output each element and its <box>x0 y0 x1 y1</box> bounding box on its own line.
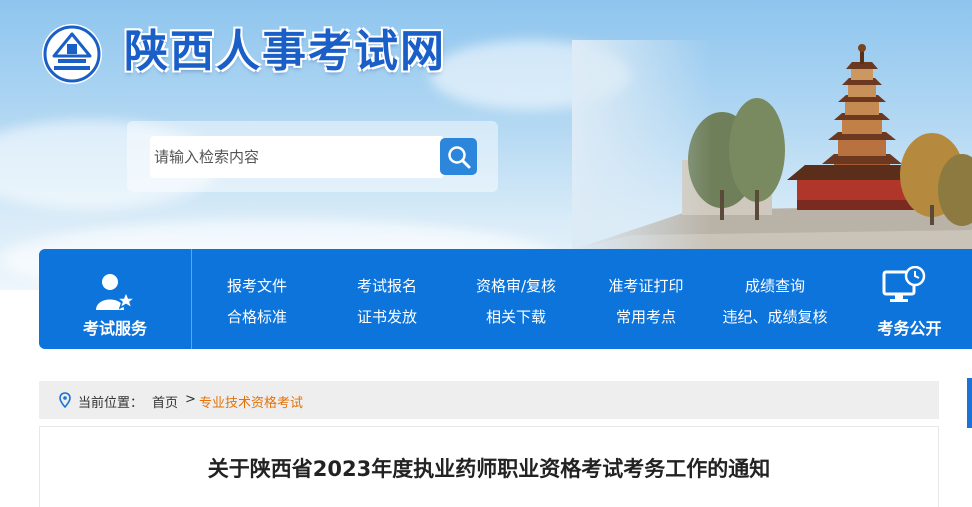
breadcrumb-prefix: 当前位置： <box>78 396 144 411</box>
article-title: 关于陕西省2023年度执业药师职业资格考试考务工作的通知 <box>207 457 771 481</box>
breadcrumb-current-link[interactable]: 专业技术资格考试 <box>199 392 303 411</box>
side-scroll-tab[interactable] <box>967 378 972 428</box>
search-button[interactable] <box>440 138 477 175</box>
pagoda-logo-icon <box>42 24 102 84</box>
nav-link-pass-standard[interactable]: 合格标准 <box>227 306 287 327</box>
nav-link-violation-review[interactable]: 违纪、成绩复核 <box>722 306 827 327</box>
breadcrumb-home-link[interactable]: 首页 <box>152 392 178 411</box>
exam-affairs-menu[interactable]: 考务公开 <box>847 249 972 349</box>
nav-link-certificate-issue[interactable]: 证书发放 <box>357 306 417 327</box>
breadcrumb: 当前位置： 首页 > 专业技术资格考试 <box>39 381 939 419</box>
header-banner: 陕西人事考试网 <box>0 0 972 290</box>
monitor-clock-icon <box>882 266 926 302</box>
breadcrumb-separator: > <box>185 392 196 407</box>
main-nav: 考试服务 报考文件 考试报名 资格审/复核 准考证打印 成绩查询 合格标准 证书… <box>39 249 972 349</box>
nav-link-admission-ticket[interactable]: 准考证打印 <box>608 275 683 296</box>
search-icon <box>447 145 470 168</box>
nav-link-exam-sites[interactable]: 常用考点 <box>616 306 676 327</box>
location-pin-icon <box>59 392 71 408</box>
user-star-icon <box>96 274 136 310</box>
exam-affairs-label: 考务公开 <box>877 319 942 338</box>
nav-link-score-query[interactable]: 成绩查询 <box>745 275 805 296</box>
nav-link-registration-docs[interactable]: 报考文件 <box>227 275 287 296</box>
site-title: 陕西人事考试网 <box>124 26 446 77</box>
article-panel: 关于陕西省2023年度执业药师职业资格考试考务工作的通知 <box>39 426 939 507</box>
pagoda-scenery-image <box>572 40 972 250</box>
search-input[interactable] <box>150 136 444 178</box>
nav-link-exam-signup[interactable]: 考试报名 <box>357 275 417 296</box>
nav-link-qualification-review[interactable]: 资格审/复核 <box>476 275 556 296</box>
exam-services-label: 考试服务 <box>82 319 147 338</box>
exam-services-menu[interactable]: 考试服务 <box>39 249 192 349</box>
nav-link-downloads[interactable]: 相关下载 <box>486 306 546 327</box>
search-box <box>127 121 498 192</box>
